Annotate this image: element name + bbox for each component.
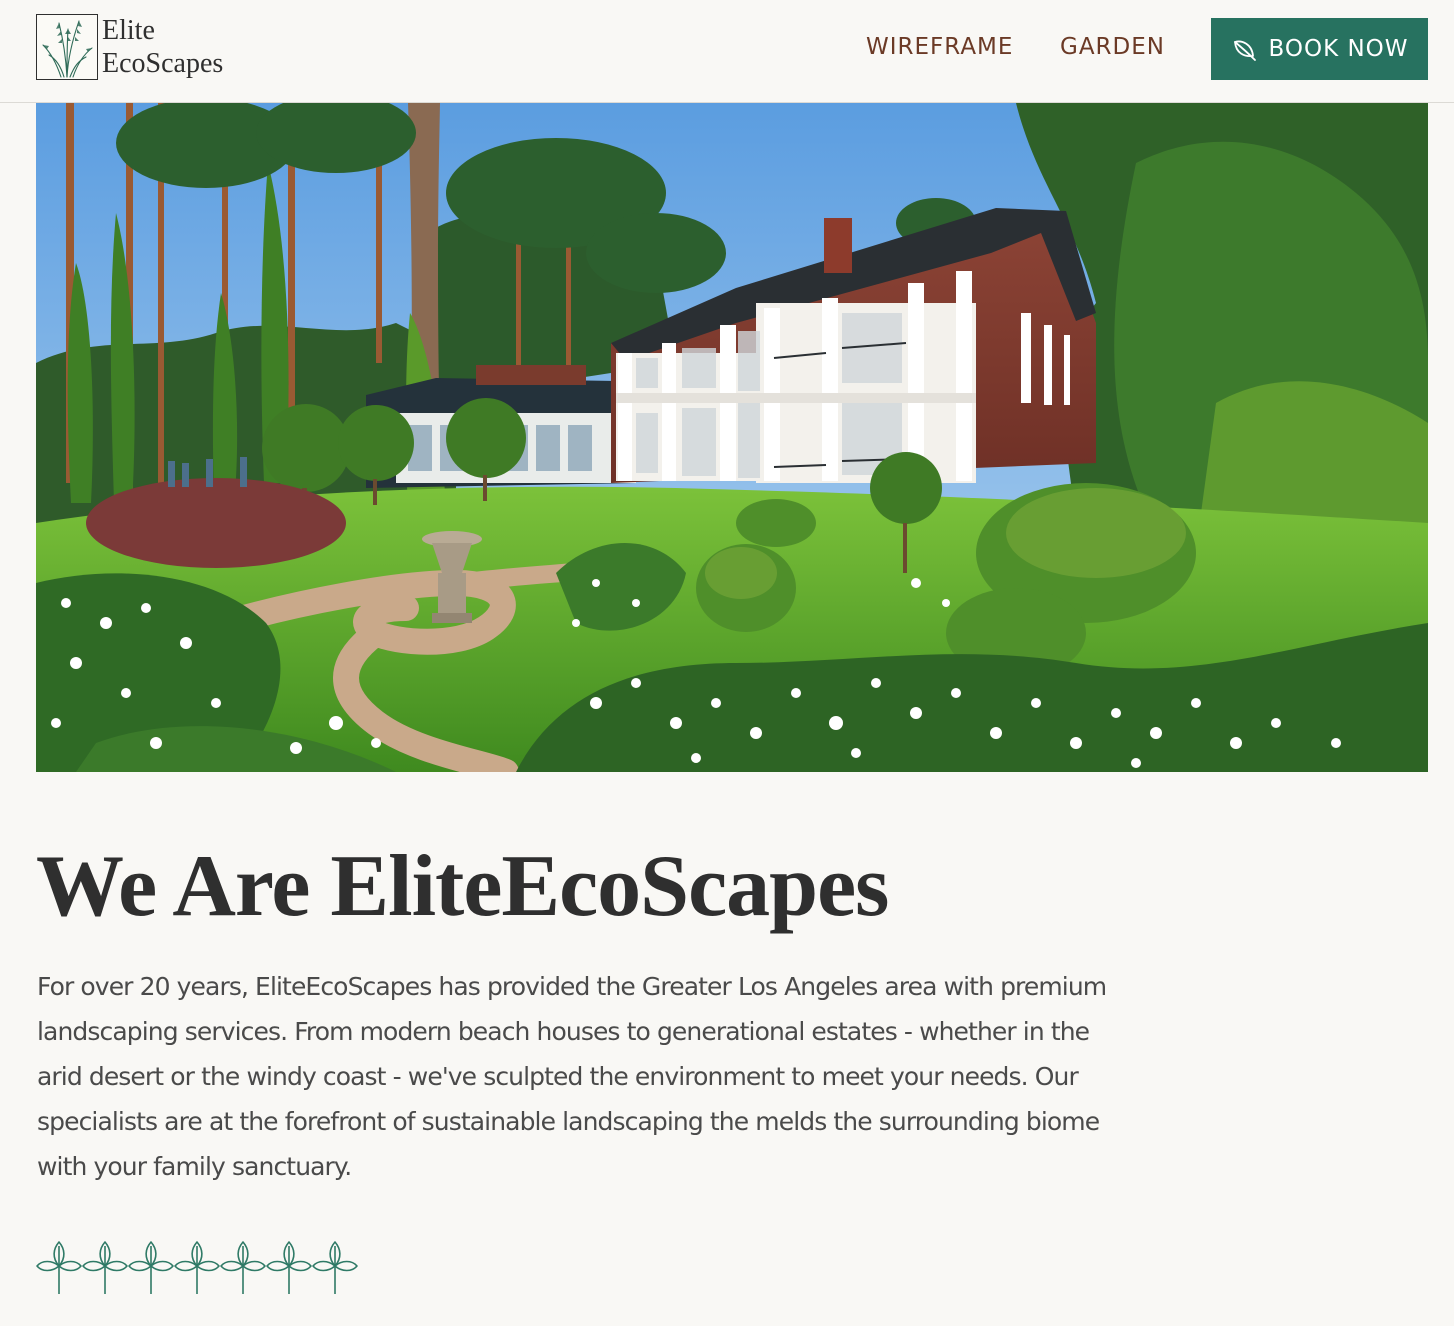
hero-image [36, 103, 1428, 772]
leaf-ornament-icon [220, 1241, 266, 1294]
leaf-ornament-icon [36, 1241, 82, 1294]
brand-logo[interactable]: Elite EcoScapes [36, 14, 223, 80]
page-title: We Are EliteEcoScapes [36, 838, 889, 935]
intro-paragraph: For over 20 years, EliteEcoScapes has pr… [37, 972, 1107, 1181]
leaf-ornament-icon [128, 1241, 174, 1294]
nav-link-garden[interactable]: GARDEN [1060, 31, 1165, 63]
brand-name: Elite EcoScapes [102, 14, 223, 80]
leaf-ornament-icon [312, 1241, 358, 1294]
brand-name-line2: EcoScapes [102, 48, 224, 79]
book-now-label: BOOK NOW [1268, 36, 1409, 62]
book-now-button[interactable]: BOOK NOW [1211, 18, 1428, 80]
leaf-ornament-divider [36, 1240, 366, 1296]
brand-name-line1: Elite [102, 15, 155, 46]
leaf-ornament-icon [174, 1241, 220, 1294]
reed-grass-icon [36, 14, 98, 80]
leaf-ornament-icon [266, 1241, 312, 1294]
leaf-ornament-icon [82, 1241, 128, 1294]
site-header: Elite EcoScapes WIREFRAME GARDEN BOOK NO… [0, 0, 1454, 103]
nav-link-wireframe[interactable]: WIREFRAME [866, 31, 1013, 63]
leaf-icon [1230, 35, 1268, 63]
